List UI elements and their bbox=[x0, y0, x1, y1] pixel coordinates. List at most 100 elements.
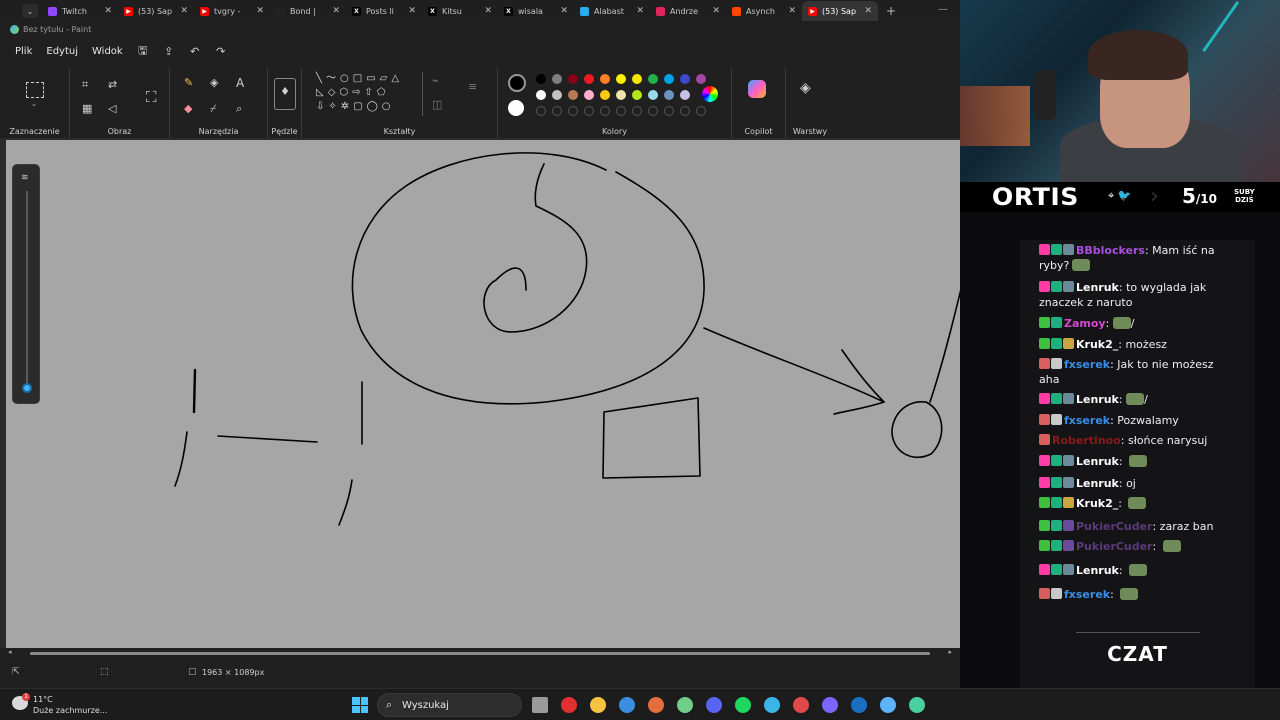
fill-icon[interactable]: ◈ bbox=[210, 76, 218, 89]
new-tab-button[interactable]: + bbox=[886, 4, 896, 18]
color-swatch[interactable] bbox=[632, 74, 642, 84]
color-swatch[interactable] bbox=[616, 90, 626, 100]
chat-username[interactable]: Robertinoo bbox=[1052, 434, 1121, 447]
color-swatch[interactable] bbox=[664, 74, 674, 84]
chat-username[interactable]: Lenruk bbox=[1076, 281, 1119, 294]
save-icon[interactable]: 🖫 bbox=[130, 42, 156, 61]
minimize-icon[interactable]: — bbox=[938, 4, 948, 15]
chat-username[interactable]: fxserek bbox=[1064, 358, 1110, 371]
color-swatch[interactable] bbox=[648, 74, 658, 84]
undo-icon[interactable]: ↶ bbox=[182, 45, 208, 58]
magnifier-icon[interactable]: ⌕ bbox=[236, 102, 242, 116]
browser-tab[interactable]: X Posts li ✕ bbox=[346, 1, 422, 21]
scroll-left-icon[interactable]: ◂ bbox=[8, 648, 12, 656]
chat-username[interactable]: Lenruk bbox=[1076, 455, 1119, 468]
color-swatch[interactable] bbox=[680, 74, 690, 84]
files-icon[interactable] bbox=[590, 697, 606, 713]
color-swatch[interactable] bbox=[616, 74, 626, 84]
color-swatch[interactable] bbox=[568, 90, 578, 100]
background-remove-icon[interactable]: ⛶ bbox=[146, 88, 157, 106]
close-tab-icon[interactable]: ✕ bbox=[408, 6, 416, 16]
share-icon[interactable]: ⇪ bbox=[156, 45, 182, 58]
chat-username[interactable]: BBblockers bbox=[1076, 244, 1145, 257]
shapes-gallery[interactable]: ╲〜○□▭▱△ ◺◇⬡⇨⇧⬠ ⇩✧✲▢◯○ bbox=[316, 72, 420, 116]
chat-username[interactable]: Lenruk bbox=[1076, 477, 1119, 490]
tab-search-icon[interactable]: ⌄ bbox=[22, 4, 38, 18]
zoom-slider[interactable]: ≋ bbox=[12, 164, 40, 404]
start-button[interactable] bbox=[352, 697, 368, 713]
ccleaner-icon[interactable] bbox=[764, 697, 780, 713]
pencil-icon[interactable]: ✎ bbox=[184, 76, 193, 89]
pinned-icon[interactable] bbox=[909, 697, 925, 713]
primary-color[interactable] bbox=[508, 74, 526, 92]
close-tab-icon[interactable]: ✕ bbox=[788, 6, 796, 16]
color-swatch[interactable] bbox=[664, 90, 674, 100]
custom-color-slot[interactable] bbox=[616, 106, 626, 116]
chat-username[interactable]: Zamoy bbox=[1064, 317, 1106, 330]
copilot-icon[interactable] bbox=[748, 80, 766, 98]
color-picker-icon[interactable]: ⌿ bbox=[210, 102, 217, 116]
chat-username[interactable]: PukierCuder bbox=[1076, 540, 1153, 553]
custom-color-slot[interactable] bbox=[632, 106, 642, 116]
custom-color-slot[interactable] bbox=[664, 106, 674, 116]
chat-username[interactable]: Kruk2_ bbox=[1076, 497, 1118, 510]
browser-tab[interactable]: X Kitsu ✕ bbox=[422, 1, 498, 21]
color-swatch[interactable] bbox=[600, 74, 610, 84]
color-swatch[interactable] bbox=[536, 90, 546, 100]
chat-username[interactable]: Lenruk bbox=[1076, 393, 1119, 406]
custom-color-slot[interactable] bbox=[696, 106, 706, 116]
edge-dev-icon[interactable] bbox=[677, 697, 693, 713]
browser-tab[interactable]: Twitch ✕ bbox=[42, 1, 118, 21]
color-swatch[interactable] bbox=[552, 90, 562, 100]
edit-colors-icon[interactable] bbox=[702, 86, 718, 102]
menu-edit[interactable]: Edytuj bbox=[39, 46, 85, 57]
chat-username[interactable]: PukierCuder bbox=[1076, 520, 1153, 533]
custom-color-slot[interactable] bbox=[600, 106, 610, 116]
scrollbar-thumb[interactable] bbox=[30, 652, 930, 655]
rotate-icon[interactable]: ◁ bbox=[108, 102, 116, 115]
browser-tab[interactable]: ▶ (53) Sap ✕ bbox=[802, 1, 878, 21]
close-tab-icon[interactable]: ✕ bbox=[256, 6, 264, 16]
close-tab-icon[interactable]: ✕ bbox=[636, 6, 644, 16]
scroll-right-icon[interactable]: ▸ bbox=[948, 648, 952, 656]
maps-icon[interactable] bbox=[793, 697, 809, 713]
color-swatch[interactable] bbox=[584, 90, 594, 100]
eraser-icon[interactable]: ◆ bbox=[184, 102, 192, 115]
task-view-icon[interactable] bbox=[532, 697, 548, 713]
color-swatch[interactable] bbox=[552, 74, 562, 84]
custom-color-slot[interactable] bbox=[552, 106, 562, 116]
custom-color-slot[interactable] bbox=[584, 106, 594, 116]
close-tab-icon[interactable]: ✕ bbox=[560, 6, 568, 16]
chat-username[interactable]: fxserek bbox=[1064, 588, 1110, 601]
close-tab-icon[interactable]: ✕ bbox=[180, 6, 188, 16]
layers-icon[interactable]: ◈ bbox=[800, 80, 811, 96]
resize-icon[interactable]: ⇄ bbox=[108, 78, 117, 91]
opera-icon[interactable] bbox=[561, 697, 577, 713]
chevron-down-icon[interactable]: ⌄ bbox=[31, 100, 37, 108]
select-icon[interactable] bbox=[26, 82, 44, 98]
color-swatch[interactable] bbox=[680, 90, 690, 100]
crop-icon[interactable]: ⌗ bbox=[82, 78, 88, 92]
color-swatch[interactable] bbox=[600, 90, 610, 100]
discord-icon[interactable] bbox=[706, 697, 722, 713]
close-tab-icon[interactable]: ✕ bbox=[332, 6, 340, 16]
steam-icon[interactable] bbox=[851, 697, 867, 713]
browser-tab[interactable]: Xwisala ✕ bbox=[498, 1, 574, 21]
chrome-icon[interactable] bbox=[619, 697, 635, 713]
image-filter-icon[interactable]: ▦ bbox=[82, 102, 92, 115]
brush-icon[interactable]: ♦ bbox=[274, 78, 296, 110]
menu-file[interactable]: Plik bbox=[8, 46, 39, 57]
browser-tab[interactable]: Bond | ✕ bbox=[270, 1, 346, 21]
nvidia-icon[interactable] bbox=[880, 697, 896, 713]
custom-color-slot[interactable] bbox=[568, 106, 578, 116]
taskbar-search[interactable]: ⌕ Wyszukaj bbox=[377, 693, 522, 717]
close-tab-icon[interactable]: ✕ bbox=[864, 6, 872, 16]
chat-username[interactable]: fxserek bbox=[1064, 414, 1110, 427]
custom-color-slot[interactable] bbox=[536, 106, 546, 116]
close-tab-icon[interactable]: ✕ bbox=[104, 6, 112, 16]
outline-icon[interactable]: ⌁ bbox=[432, 74, 439, 87]
streamdeck-icon[interactable] bbox=[822, 697, 838, 713]
drawing-canvas[interactable] bbox=[6, 140, 960, 648]
chrome-alt-icon[interactable] bbox=[648, 697, 664, 713]
browser-tab[interactable]: Andrze ✕ bbox=[650, 1, 726, 21]
